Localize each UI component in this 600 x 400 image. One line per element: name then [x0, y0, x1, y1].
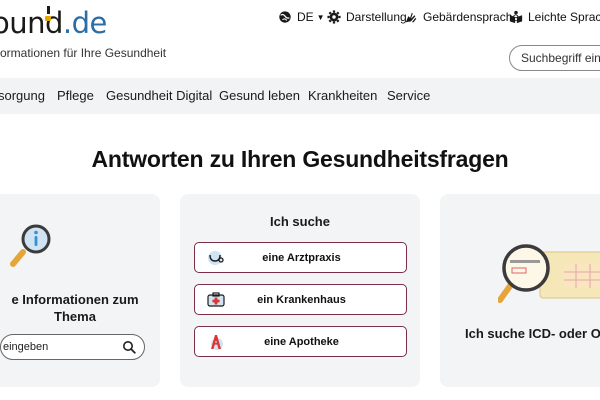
- site-header: ound.de ormationen für Ihre Gesundheit D…: [0, 0, 600, 78]
- logo-mark-dot: [45, 16, 51, 21]
- document-magnifier-icon: [498, 244, 600, 303]
- info-magnifier-icon: [10, 224, 51, 267]
- sign-language-icon: [405, 12, 417, 23]
- globe-icon: [279, 11, 291, 23]
- sign-language-link[interactable]: Gebärdensprache: [404, 8, 519, 26]
- krankenhaus-label: ein Krankenhaus: [257, 294, 346, 306]
- icd-search-title: Ich suche ICD- oder O: [465, 326, 600, 341]
- sign-language-label: Gebärdensprache: [423, 10, 520, 24]
- display-settings-label: Darstellung: [346, 10, 407, 24]
- arztpraxis-label: eine Arztpraxis: [262, 252, 341, 264]
- search-input[interactable]: Suchbegriff einge: [509, 45, 600, 71]
- search-icon[interactable]: [122, 340, 136, 354]
- nav-item-versorgung[interactable]: sorgung: [0, 88, 45, 103]
- display-settings-link[interactable]: Darstellung: [327, 8, 407, 26]
- apotheke-button[interactable]: eine Apotheke: [194, 326, 407, 357]
- easy-language-link[interactable]: Leichte Sprache: [509, 8, 600, 26]
- nav-item-gesundheit-digital[interactable]: Gesundheit Digital: [106, 88, 212, 103]
- language-switch[interactable]: DE ▼: [278, 8, 325, 26]
- topic-search-card: e Informationen zum Thema eingeben: [0, 194, 160, 387]
- site-logo[interactable]: ound.de: [0, 6, 107, 40]
- nav-item-gesund-leben[interactable]: Gesund leben: [219, 88, 300, 103]
- facility-search-title: Ich suche: [270, 214, 330, 229]
- gear-icon: [327, 10, 341, 24]
- nav-item-krankheiten[interactable]: Krankheiten: [308, 88, 377, 103]
- logo-mark-bar: [47, 6, 50, 14]
- easy-language-label: Leichte Sprache: [528, 10, 600, 24]
- site-tagline: ormationen für Ihre Gesundheit: [0, 46, 167, 60]
- topic-search-placeholder: eingeben: [3, 341, 49, 353]
- topic-search-title: e Informationen zum Thema: [11, 292, 139, 324]
- nav-item-pflege[interactable]: Pflege: [57, 88, 94, 103]
- logo-suffix: .de: [62, 6, 107, 40]
- krankenhaus-button[interactable]: ein Krankenhaus: [194, 284, 407, 315]
- logo-text: ound: [0, 6, 63, 40]
- language-label: DE: [297, 10, 314, 24]
- icd-search-card: Ich suche ICD- oder O: [440, 194, 600, 387]
- topic-search-input[interactable]: eingeben: [0, 334, 145, 360]
- arztpraxis-button[interactable]: eine Arztpraxis: [194, 242, 407, 273]
- facility-search-card: Ich suche eine Arztpraxis ein Krankenhau…: [180, 194, 420, 387]
- main-nav: sorgung Pflege Gesundheit Digital Gesund…: [0, 78, 600, 114]
- apotheke-label: eine Apotheke: [264, 336, 339, 348]
- page-title: Antworten zu Ihren Gesundheitsfragen: [91, 146, 509, 172]
- nav-item-service[interactable]: Service: [387, 88, 430, 103]
- easy-language-icon: [509, 10, 523, 24]
- chevron-down-icon: ▼: [316, 12, 325, 22]
